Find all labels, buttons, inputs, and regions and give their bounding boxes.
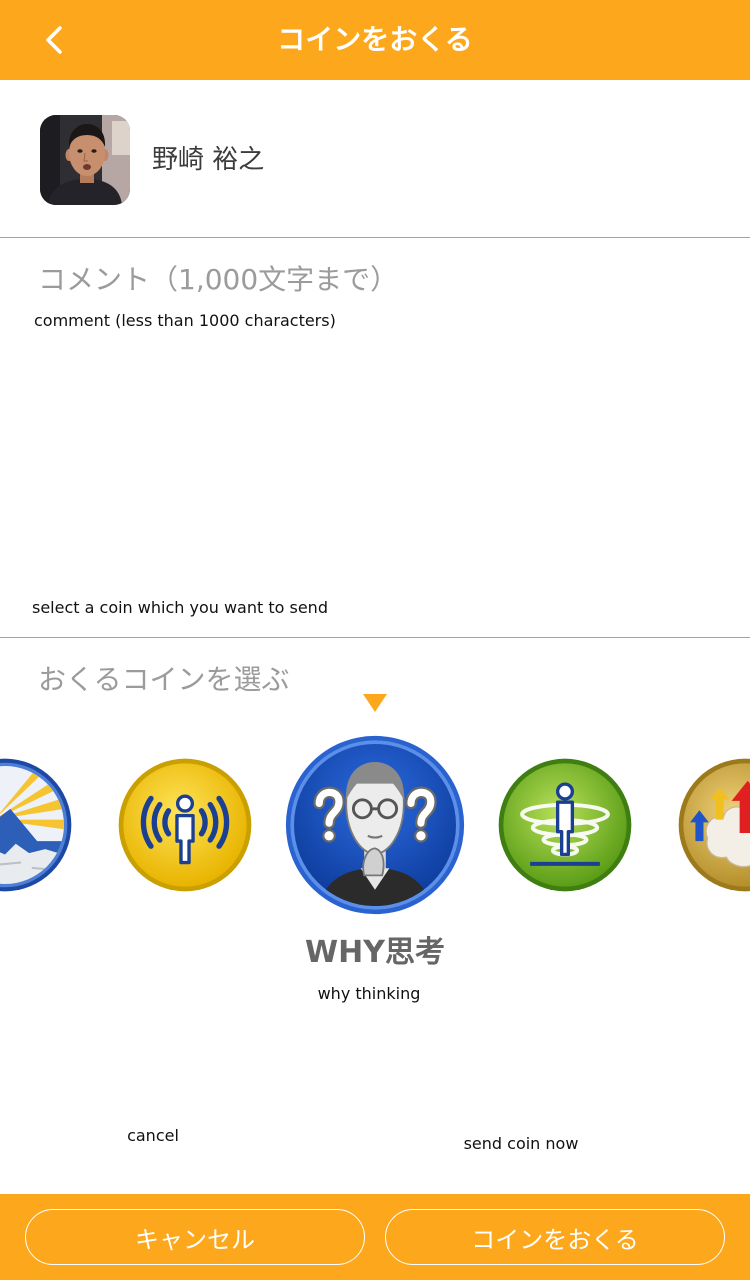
selected-coin-name: WHY思考 (305, 935, 445, 970)
cancel-annotation: cancel (127, 1126, 179, 1145)
mountain-city-coin-icon (0, 758, 72, 892)
send-coin-button[interactable]: コインをおくる (385, 1209, 725, 1265)
footer-bar: キャンセル コインをおくる (0, 1194, 750, 1280)
coin-option-growth-arrows[interactable] (678, 758, 750, 892)
comment-input[interactable] (0, 238, 750, 637)
coin-option-broadcast-person[interactable] (118, 758, 252, 892)
page-title: コインをおくる (277, 23, 473, 56)
cancel-button[interactable]: キャンセル (25, 1209, 365, 1265)
selected-coin-annotation: why thinking (317, 984, 421, 1003)
coin-option-why-thinking-selected[interactable] (285, 735, 465, 915)
coin-carousel[interactable] (0, 730, 750, 920)
divider (0, 637, 750, 638)
recipient-name: 野崎 裕之 (152, 145, 265, 175)
coin-option-tornado-person[interactable] (498, 758, 632, 892)
coin-select-heading: おくるコインを選ぶ (38, 663, 290, 696)
avatar (40, 115, 130, 205)
why-thinking-coin-icon (285, 735, 465, 915)
app-header: コインをおくる (0, 0, 750, 80)
tornado-person-coin-icon (498, 758, 632, 892)
user-photo-avatar (40, 115, 130, 205)
chevron-left-icon (46, 26, 62, 54)
send-annotation: send coin now (463, 1134, 579, 1153)
coin-option-mountain-city[interactable] (0, 758, 72, 892)
growth-arrows-coin-icon (678, 758, 750, 892)
triangle-down-icon (363, 694, 387, 712)
broadcast-person-coin-icon (118, 758, 252, 892)
back-button[interactable] (34, 20, 74, 60)
